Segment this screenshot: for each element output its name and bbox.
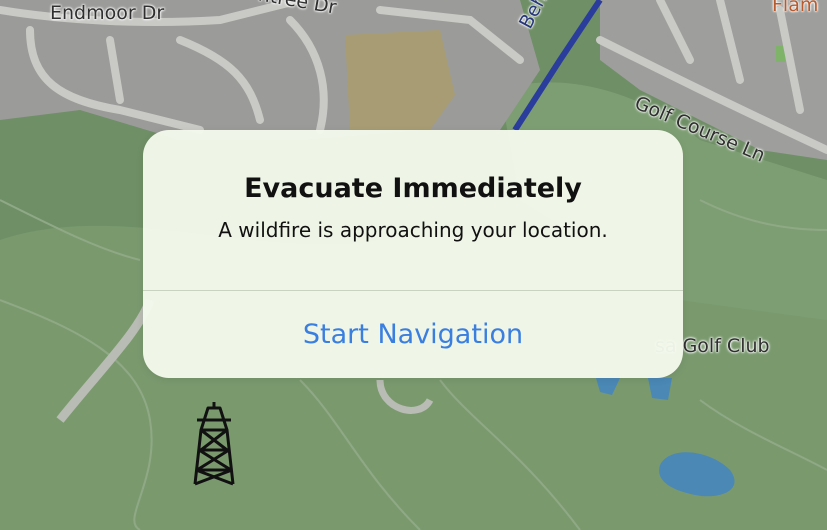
power-tower-icon	[193, 402, 235, 486]
start-navigation-label: Start Navigation	[302, 319, 524, 350]
alert-body: Evacuate Immediately A wildfire is appro…	[143, 130, 683, 290]
start-navigation-button[interactable]: Start Navigation	[143, 291, 683, 378]
alert-title: Evacuate Immediately	[244, 173, 582, 204]
street-label-endmoor: Endmoor Dr	[50, 2, 165, 24]
map-view[interactable]: Endmoor Dr ntree Dr Behnd Rd Golf Course…	[0, 0, 827, 530]
place-label-flam: Flam	[772, 0, 819, 16]
alert-message: A wildfire is approaching your location.	[218, 218, 608, 242]
alert-dialog: Evacuate Immediately A wildfire is appro…	[143, 130, 683, 378]
